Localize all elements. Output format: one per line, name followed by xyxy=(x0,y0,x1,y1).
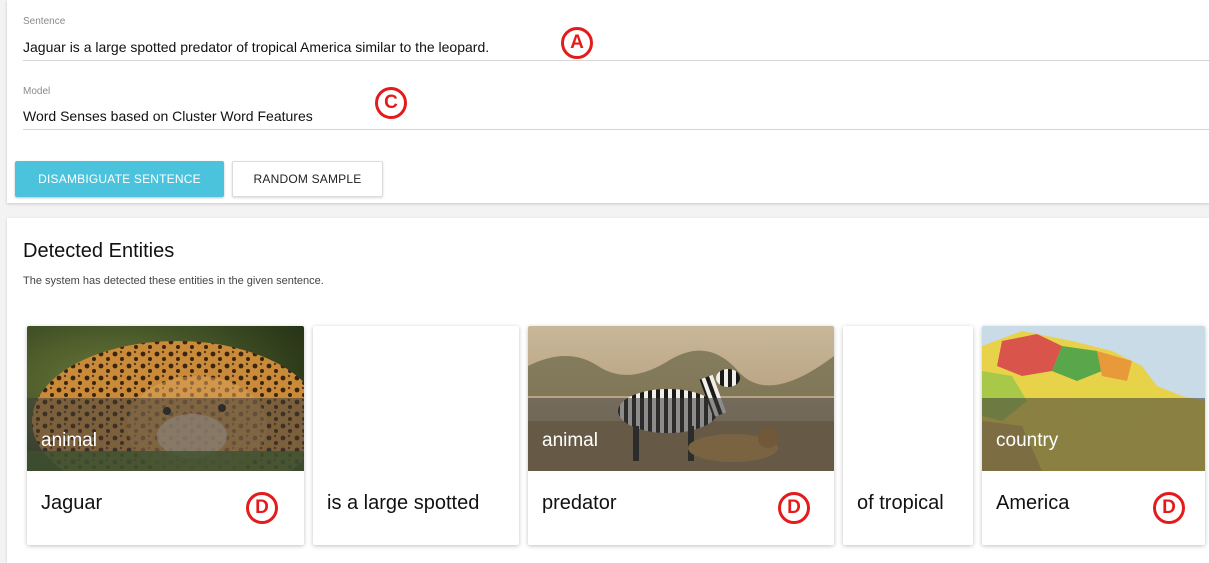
detected-entities-panel: Detected Entities The system has detecte… xyxy=(7,218,1209,563)
entity-category: country xyxy=(996,430,1059,451)
model-select[interactable]: Word Senses based on Cluster Word Featur… xyxy=(23,108,313,124)
annotation-marker-d: D xyxy=(778,492,810,524)
disambiguate-sentence-button[interactable]: DISAMBIGUATE SENTENCE xyxy=(15,161,224,197)
section-title: Detected Entities xyxy=(23,240,175,262)
section-description: The system has detected these entities i… xyxy=(23,275,324,287)
entity-card-jaguar[interactable]: animal Jaguar D xyxy=(27,326,304,545)
entity-card-america[interactable]: country America D xyxy=(982,326,1205,545)
model-underline xyxy=(23,129,1209,130)
annotation-marker-d: D xyxy=(246,492,278,524)
model-label: Model xyxy=(23,86,51,97)
random-sample-button[interactable]: RANDOM SAMPLE xyxy=(232,161,383,197)
sentence-underline xyxy=(23,60,1209,61)
entity-text: predator xyxy=(542,492,617,514)
entity-text: is a large spotted xyxy=(327,492,480,514)
entity-text: America xyxy=(996,492,1070,514)
entity-category: animal xyxy=(542,430,598,451)
annotation-marker-a: A xyxy=(561,27,593,59)
annotation-marker-d: D xyxy=(1153,492,1185,524)
entity-text: of tropical xyxy=(857,492,944,514)
entity-card-text: of tropical xyxy=(843,326,973,545)
entity-card-predator[interactable]: animal predator D xyxy=(528,326,834,545)
entity-text: Jaguar xyxy=(41,492,103,514)
sentence-label: Sentence xyxy=(23,16,66,27)
entity-card-text: is a large spotted xyxy=(313,326,519,545)
entity-category: animal xyxy=(41,430,97,451)
input-form-panel: Sentence Jaguar is a large spotted preda… xyxy=(7,0,1209,203)
annotation-marker-c: C xyxy=(375,87,407,119)
sentence-input[interactable]: Jaguar is a large spotted predator of tr… xyxy=(23,39,489,55)
